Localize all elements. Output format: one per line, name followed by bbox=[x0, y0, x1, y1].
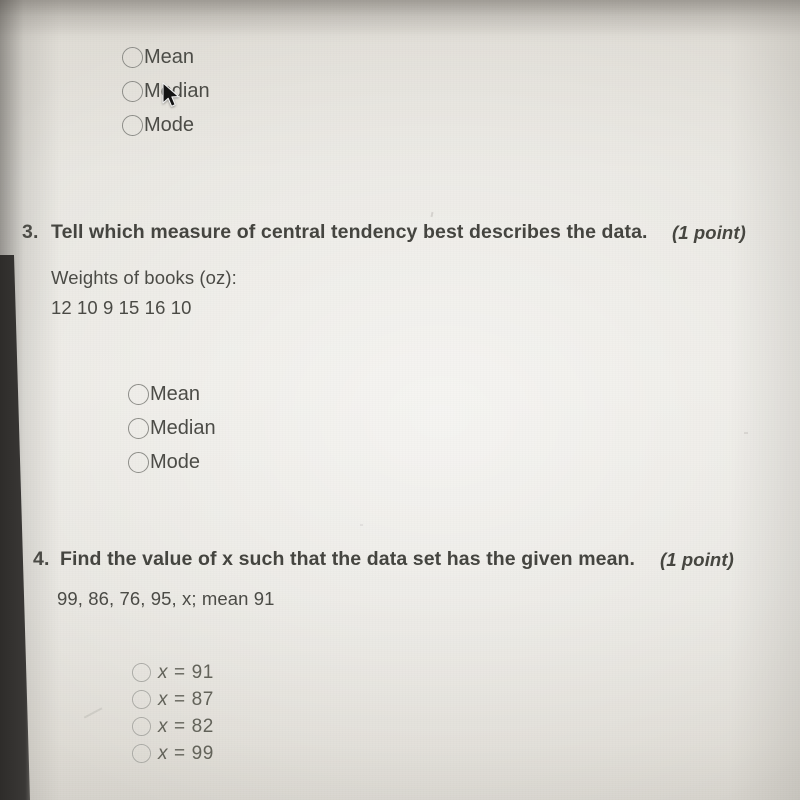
option-row[interactable]: x = 91 bbox=[132, 659, 214, 686]
question-top-options: Mean Median Mode bbox=[122, 40, 210, 142]
paper-speck bbox=[360, 524, 363, 526]
photo-page: Mean Median Mode 3. Tell which measure o… bbox=[0, 0, 800, 800]
option-row[interactable]: x = 87 bbox=[132, 686, 214, 713]
radio-button-icon[interactable] bbox=[122, 114, 143, 136]
option-equation: = 82 bbox=[174, 716, 214, 737]
question-4-options: x = 91 x = 87 x = 82 x = 99 bbox=[132, 659, 214, 767]
question-4-number: 4. bbox=[33, 548, 50, 570]
paper-speck bbox=[83, 707, 103, 719]
option-equation: = 91 bbox=[174, 662, 214, 683]
right-shade-overlay bbox=[730, 0, 800, 800]
option-label: Mean bbox=[144, 46, 195, 68]
option-row[interactable]: Mode bbox=[128, 445, 216, 479]
paper-speck bbox=[430, 211, 434, 218]
option-row[interactable]: Median bbox=[122, 74, 210, 108]
top-shadow-overlay bbox=[0, 0, 800, 36]
page-left-dark-edge bbox=[0, 255, 30, 800]
option-label: Mode bbox=[144, 114, 195, 136]
question-4-data-values: 99, 86, 76, 95, x; mean 91 bbox=[57, 588, 275, 609]
radio-button-icon[interactable] bbox=[128, 383, 149, 405]
radio-button-icon[interactable] bbox=[122, 80, 143, 102]
question-4-points: (1 point) bbox=[660, 549, 734, 570]
option-row[interactable]: x = 82 bbox=[132, 713, 214, 740]
option-label: x = 91 bbox=[158, 663, 214, 682]
option-equation: = 87 bbox=[174, 689, 214, 710]
option-label: Median bbox=[144, 80, 210, 102]
option-variable: x bbox=[158, 662, 169, 683]
question-3-points: (1 point) bbox=[672, 222, 746, 243]
option-equation: = 99 bbox=[174, 743, 214, 764]
option-label: Mode bbox=[150, 451, 201, 473]
left-edge-soft-shadow bbox=[0, 0, 60, 800]
question-3-prompt: Tell which measure of central tendency b… bbox=[51, 221, 648, 243]
question-3-data-values: 12 10 9 15 16 10 bbox=[51, 297, 192, 318]
radio-button-icon[interactable] bbox=[132, 690, 151, 709]
radio-button-icon[interactable] bbox=[132, 744, 151, 763]
radio-button-icon[interactable] bbox=[122, 46, 143, 68]
radio-button-icon[interactable] bbox=[128, 451, 149, 473]
radio-button-icon[interactable] bbox=[132, 663, 151, 682]
radio-button-icon[interactable] bbox=[132, 717, 151, 736]
paper-grain-overlay bbox=[0, 0, 800, 800]
option-label: x = 87 bbox=[158, 690, 214, 709]
option-variable: x bbox=[158, 689, 169, 710]
option-variable: x bbox=[158, 743, 169, 764]
option-variable: x bbox=[158, 716, 169, 737]
option-label: Median bbox=[150, 417, 216, 439]
option-row[interactable]: Mean bbox=[122, 40, 210, 74]
option-row[interactable]: Mean bbox=[128, 377, 216, 411]
radio-button-icon[interactable] bbox=[128, 417, 149, 439]
option-row[interactable]: Median bbox=[128, 411, 216, 445]
option-label: x = 99 bbox=[158, 744, 214, 763]
option-label: x = 82 bbox=[158, 717, 214, 736]
question-3-options: Mean Median Mode bbox=[128, 377, 216, 479]
option-row[interactable]: x = 99 bbox=[132, 740, 214, 767]
option-row[interactable]: Mode bbox=[122, 108, 210, 142]
question-4-prompt: Find the value of x such that the data s… bbox=[60, 548, 636, 570]
option-label: Mean bbox=[150, 383, 201, 405]
paper-speck bbox=[744, 432, 748, 434]
question-3-data-label: Weights of books (oz): bbox=[51, 267, 237, 288]
question-3-number: 3. bbox=[22, 221, 39, 243]
